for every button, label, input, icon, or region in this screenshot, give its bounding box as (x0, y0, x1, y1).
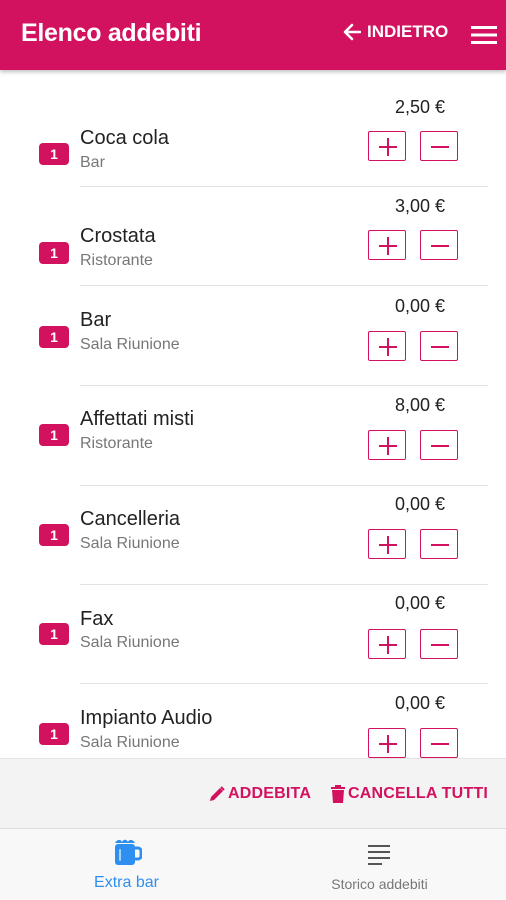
back-button-label: INDIETRO (367, 22, 449, 41)
plus-icon (379, 338, 397, 356)
item-name: Cancelleria (80, 508, 181, 530)
item-category: Sala Riunione (80, 634, 180, 651)
list-item: 1 Bar Sala Riunione 0,00 € (0, 286, 506, 386)
item-category: Ristorante (80, 435, 153, 452)
increment-button[interactable] (368, 131, 406, 161)
minus-icon (431, 245, 449, 247)
item-category: Ristorante (80, 252, 153, 269)
item-category: Sala Riunione (80, 734, 180, 751)
charges-list[interactable]: 1 Coca cola Bar 2,50 € 1 Crostata Ristor… (0, 70, 506, 758)
tab-storico-addebiti-label: Storico addebiti (331, 876, 428, 892)
increment-button[interactable] (368, 629, 406, 659)
increment-button[interactable] (368, 430, 406, 460)
quantity-badge: 1 (39, 424, 69, 446)
plus-icon (379, 636, 397, 654)
pencil-icon (210, 786, 225, 801)
decrement-button[interactable] (420, 331, 458, 361)
item-price: 0,00 € (394, 593, 445, 613)
list-item: 1 Impianto Audio Sala Riunione 0,00 € (0, 684, 506, 758)
minus-icon (431, 544, 449, 546)
decrement-button[interactable] (420, 430, 458, 460)
item-price: 8,00 € (394, 395, 445, 415)
minus-icon (431, 644, 449, 646)
plus-icon (379, 237, 397, 255)
list-item: 1 Affettati misti Ristorante 8,00 € (0, 386, 506, 486)
minus-icon (431, 743, 449, 745)
quantity-badge: 1 (39, 524, 69, 546)
trash-icon (331, 785, 345, 803)
back-button[interactable]: INDIETRO (343, 22, 448, 42)
quantity-badge: 1 (39, 623, 69, 645)
minus-icon (431, 146, 449, 148)
app-bar: Elenco addebiti INDIETRO (0, 0, 506, 70)
plus-icon (379, 138, 397, 156)
increment-button[interactable] (368, 529, 406, 559)
coffee-mug-icon (115, 839, 142, 865)
item-name: Affettati misti (80, 408, 195, 430)
plus-icon (379, 536, 397, 554)
plus-icon (379, 437, 397, 455)
list-item: 1 Fax Sala Riunione 0,00 € (0, 584, 506, 684)
clear-all-button-label: CANCELLA TUTTI (348, 785, 488, 802)
bottom-nav: Extra bar Storico addebiti (0, 828, 506, 900)
increment-button[interactable] (368, 728, 406, 758)
list-item: 1 Crostata Ristorante 3,00 € (0, 186, 506, 286)
item-price: 2,50 € (394, 97, 445, 117)
item-category: Sala Riunione (80, 336, 180, 353)
item-price: 0,00 € (394, 693, 445, 713)
item-name: Impianto Audio (80, 707, 213, 729)
list-item: 1 Coca cola Bar 2,50 € (0, 87, 506, 187)
decrement-button[interactable] (420, 230, 458, 260)
action-bar: ADDEBITA CANCELLA TUTTI (0, 758, 506, 828)
menu-button[interactable] (470, 23, 498, 47)
item-name: Coca cola (80, 127, 169, 149)
quantity-badge: 1 (39, 242, 69, 264)
decrement-button[interactable] (420, 728, 458, 758)
decrement-button[interactable] (420, 629, 458, 659)
list-item: 1 Cancelleria Sala Riunione 0,00 € (0, 485, 506, 585)
quantity-badge: 1 (39, 326, 69, 348)
list-lines-icon (368, 845, 390, 865)
quantity-badge: 1 (39, 143, 69, 165)
clear-all-button[interactable]: CANCELLA TUTTI (330, 785, 488, 803)
tab-extra-bar[interactable]: Extra bar (0, 829, 253, 900)
page-title: Elenco addebiti (21, 19, 202, 47)
increment-button[interactable] (368, 230, 406, 260)
item-name: Crostata (80, 225, 156, 247)
plus-icon (379, 735, 397, 753)
charge-button-label: ADDEBITA (228, 785, 312, 802)
quantity-badge: 1 (39, 723, 69, 745)
charge-button[interactable]: ADDEBITA (208, 785, 311, 803)
item-category: Bar (80, 154, 105, 171)
increment-button[interactable] (368, 331, 406, 361)
hamburger-menu-icon (471, 26, 497, 44)
tab-storico-addebiti[interactable]: Storico addebiti (253, 829, 506, 900)
item-name: Fax (80, 608, 114, 630)
item-price: 3,00 € (394, 196, 445, 216)
tab-extra-bar-label: Extra bar (94, 874, 159, 891)
item-price: 0,00 € (394, 494, 445, 514)
minus-icon (431, 346, 449, 348)
minus-icon (431, 445, 449, 447)
item-price: 0,00 € (394, 296, 445, 316)
item-category: Sala Riunione (80, 535, 180, 552)
decrement-button[interactable] (420, 529, 458, 559)
arrow-left-icon (343, 23, 361, 41)
decrement-button[interactable] (420, 131, 458, 161)
item-name: Bar (80, 309, 112, 331)
